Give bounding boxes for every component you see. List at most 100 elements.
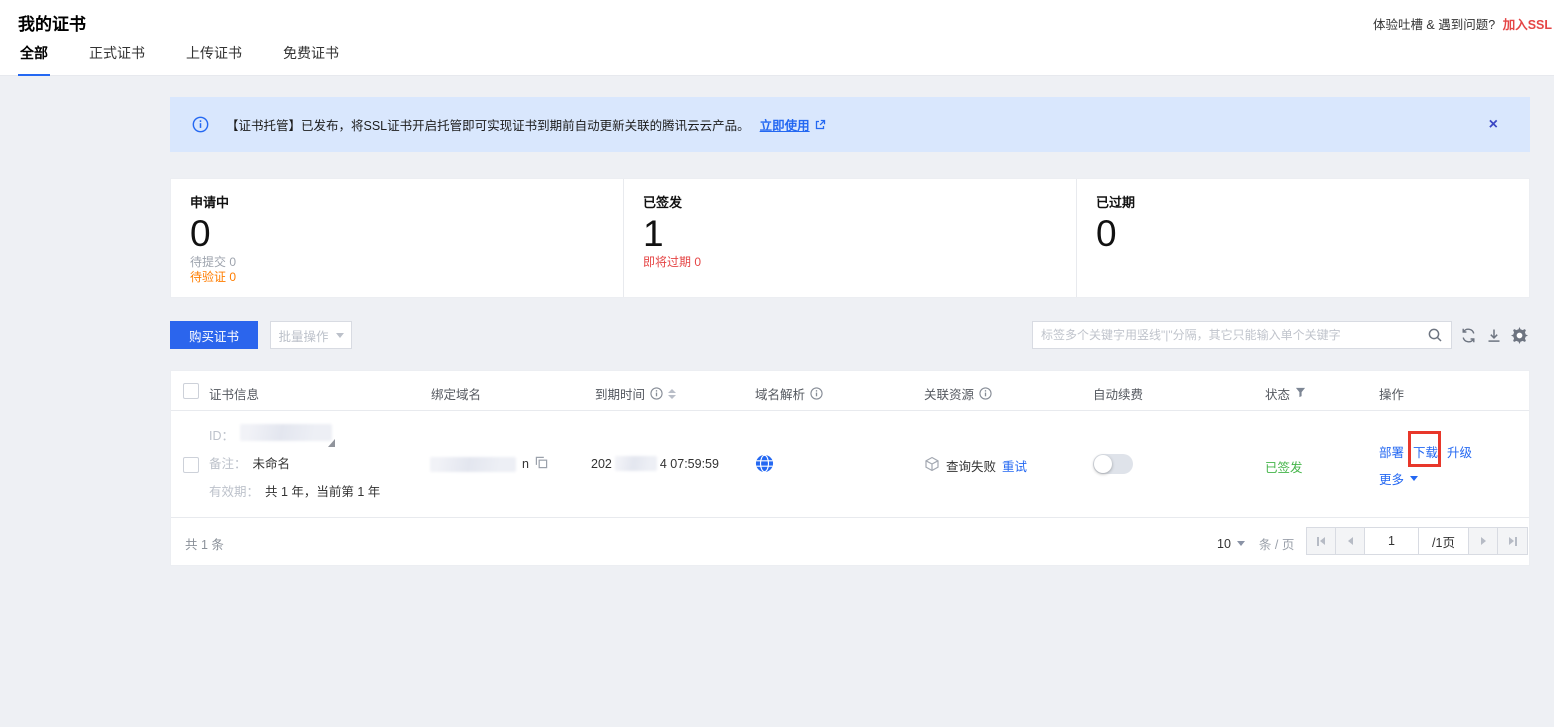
next-page-button[interactable] <box>1469 528 1498 554</box>
cert-id-redacted <box>240 424 332 444</box>
col-cert-info: 证书信息 <box>209 384 259 403</box>
stat-value: 0 <box>1096 214 1529 255</box>
expire-prefix: 202 <box>591 457 612 471</box>
chevron-down-icon[interactable] <box>1410 476 1418 481</box>
prev-page-button[interactable] <box>1336 528 1365 554</box>
stat-applying: 申请中 0 待提交 0 待验证 0 <box>171 179 623 297</box>
banner-text: 【证书托管】已发布，将SSL证书开启托管即可实现证书到期前自动更新关联的腾讯云云… <box>226 115 750 134</box>
globe-icon[interactable] <box>755 454 774 476</box>
resource-cube-icon <box>924 456 940 475</box>
external-link-icon <box>814 119 826 131</box>
search-icon[interactable] <box>1419 327 1451 343</box>
filter-icon[interactable] <box>1295 387 1306 401</box>
feedback-text: 体验吐槽 & 遇到问题? <box>1373 18 1495 32</box>
sort-icon[interactable] <box>668 389 676 399</box>
buy-certificate-button[interactable]: 购买证书 <box>170 321 258 349</box>
stat-value: 0 <box>190 214 623 255</box>
stat-expired: 已过期 0 <box>1076 179 1529 297</box>
validity-value: 共 1 年，当前第 1 年 <box>265 481 380 500</box>
col-status: 状态 <box>1265 384 1306 403</box>
download-link[interactable]: 下载 <box>1413 446 1438 460</box>
expire-redacted <box>615 456 657 471</box>
status-badge: 已签发 <box>1265 457 1303 476</box>
redaction-blur <box>240 424 332 441</box>
join-ssl-link[interactable]: 加入SSL <box>1503 18 1552 32</box>
cert-id-line: ID： <box>209 424 332 444</box>
actions-line1: 部署 下载 升级 <box>1379 442 1472 461</box>
page-size-unit: 条 / 页 <box>1259 534 1294 553</box>
page-number-input[interactable] <box>1365 528 1419 554</box>
first-page-button[interactable] <box>1307 528 1336 554</box>
info-icon[interactable] <box>979 387 992 400</box>
more-link[interactable]: 更多 <box>1379 469 1404 488</box>
stat-title: 已签发 <box>643 192 1076 211</box>
page-size-select[interactable]: 10 条 / 页 <box>1217 534 1294 553</box>
download-list-icon[interactable] <box>1486 327 1502 344</box>
batch-operation-button[interactable]: 批量操作 <box>270 321 352 349</box>
search-input[interactable] <box>1033 328 1419 342</box>
tab-uploaded-certs[interactable]: 上传证书 <box>184 43 244 76</box>
tab-bar: 全部 正式证书 上传证书 免费证书 <box>18 43 341 76</box>
stat-sub-pending-submit: 待提交 0 <box>190 255 623 270</box>
stats-panel: 申请中 0 待提交 0 待验证 0 已签发 1 即将过期 0 已过期 0 <box>170 178 1530 298</box>
col-auto-renew: 自动续费 <box>1093 384 1143 403</box>
info-icon[interactable] <box>810 387 823 400</box>
domain-visible-suffix: n <box>522 457 529 471</box>
certificate-table: 证书信息 绑定域名 到期时间 域名解析 关联资源 自动续费 状态 操作 <box>170 370 1530 566</box>
status-cell: 已签发 <box>1265 457 1303 476</box>
expire-time-cell: 202 4 07:59:59 <box>591 456 719 471</box>
notice-banner: 【证书托管】已发布，将SSL证书开启托管即可实现证书到期前自动更新关联的腾讯云云… <box>170 97 1530 152</box>
stat-sub-expiring-soon: 即将过期 0 <box>643 255 1076 270</box>
retry-link[interactable]: 重试 <box>1002 456 1027 475</box>
bound-domain-cell: n <box>430 456 548 472</box>
top-header: 我的证书 体验吐槽 & 遇到问题? 加入SSL 全部 正式证书 上传证书 免费证… <box>0 0 1554 76</box>
upgrade-link[interactable]: 升级 <box>1447 442 1472 461</box>
gear-icon[interactable] <box>1511 327 1528 344</box>
my-certificates-page: 我的证书 体验吐槽 & 遇到问题? 加入SSL 全部 正式证书 上传证书 免费证… <box>0 0 1554 727</box>
last-page-button[interactable] <box>1498 528 1527 554</box>
associated-resources-cell: 查询失败 重试 <box>924 456 1027 475</box>
stat-title: 申请中 <box>190 192 623 211</box>
chevron-down-icon <box>336 333 344 338</box>
stat-issued: 已签发 1 即将过期 0 <box>623 179 1076 297</box>
redaction-corner <box>328 439 335 447</box>
tab-paid-certs[interactable]: 正式证书 <box>87 43 147 76</box>
toggle-knob <box>1094 455 1112 473</box>
pagination-bar: 共 1 条 10 条 / 页 /1页 <box>171 518 1529 566</box>
use-now-link[interactable]: 立即使用 <box>760 115 810 134</box>
close-icon[interactable]: × <box>1489 117 1498 133</box>
stat-sub-pending-verify: 待验证 0 <box>190 270 623 285</box>
info-icon <box>192 116 209 133</box>
tab-free-certs[interactable]: 免费证书 <box>281 43 341 76</box>
cert-note-line: 备注： 未命名 <box>209 453 290 472</box>
cert-validity-line: 有效期： 共 1 年，当前第 1 年 <box>209 481 380 500</box>
copy-icon[interactable] <box>535 456 548 472</box>
domain-redacted <box>430 457 516 472</box>
batch-operation-label: 批量操作 <box>278 326 328 345</box>
row-checkbox[interactable] <box>183 457 199 473</box>
stat-title: 已过期 <box>1096 192 1529 211</box>
actions-line2: 更多 <box>1379 469 1418 488</box>
select-all-checkbox[interactable] <box>183 383 199 399</box>
chevron-down-icon <box>1237 541 1245 546</box>
tab-all[interactable]: 全部 <box>18 43 50 76</box>
col-bound-domain: 绑定域名 <box>431 384 481 403</box>
download-link-wrap: 下载 <box>1413 442 1438 461</box>
table-header-row: 证书信息 绑定域名 到期时间 域名解析 关联资源 自动续费 状态 操作 <box>171 371 1529 411</box>
auto-renew-cell <box>1093 454 1133 474</box>
auto-renew-toggle[interactable] <box>1093 454 1133 474</box>
deploy-link[interactable]: 部署 <box>1379 442 1404 461</box>
refresh-icon[interactable] <box>1460 327 1477 344</box>
feedback-area: 体验吐槽 & 遇到问题? 加入SSL <box>1373 14 1552 33</box>
pager: /1页 <box>1306 527 1528 555</box>
note-value: 未命名 <box>253 453 291 472</box>
cert-id-label: ID： <box>209 425 234 444</box>
total-count: 共 1 条 <box>185 534 224 553</box>
table-row: ID： 备注： 未命名 有效期： 共 1 年，当前第 1 年 n <box>171 412 1529 518</box>
info-icon[interactable] <box>650 387 663 400</box>
page-size-value: 10 <box>1217 537 1231 551</box>
col-actions: 操作 <box>1379 384 1404 403</box>
resource-status-text: 查询失败 <box>946 456 996 475</box>
page-count-label: /1页 <box>1419 528 1469 554</box>
page-title: 我的证书 <box>18 10 86 35</box>
